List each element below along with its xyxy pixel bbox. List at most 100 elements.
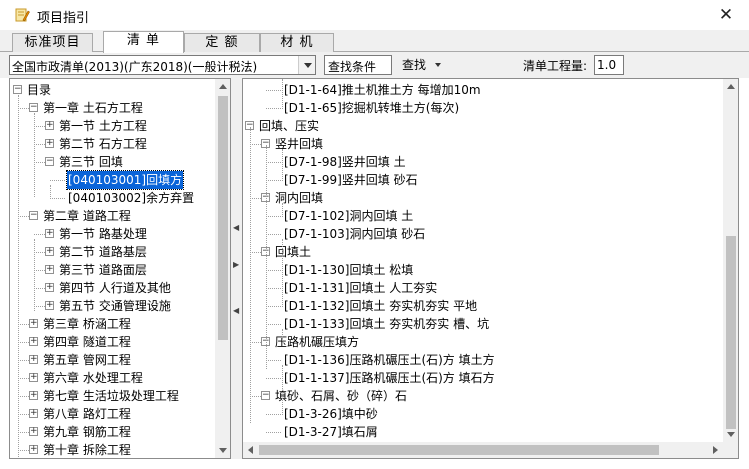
plus-box-icon[interactable]: +: [29, 355, 38, 364]
pane-splitter[interactable]: ◀ ▶ ◀: [231, 78, 242, 459]
minus-box-icon[interactable]: −: [13, 85, 22, 94]
tree-item-label: 压路机碾压填方: [275, 335, 360, 349]
quota-horizontal-scrollbar[interactable]: [243, 442, 723, 458]
tree-connector: [266, 432, 281, 433]
tree-item-label: [D1-1-133]回填土 夯实机夯实 槽、坑: [284, 317, 490, 331]
tree-item-label: 第七章 生活垃圾处理工程: [43, 389, 179, 403]
document-pen-icon: [15, 8, 30, 22]
tree-item-label: [D1-1-137]压路机碾压土(石)方 填石方: [284, 371, 495, 385]
toolbar: 全国市政清单(2013)(广东2018)(一般计税法) 查找条件 查找 清单工程…: [0, 52, 749, 78]
chevron-down-icon[interactable]: [298, 56, 315, 74]
tree-connector: [50, 198, 65, 199]
scroll-thumb[interactable]: [726, 236, 736, 429]
tree-item-label: [D1-3-27]填石屑: [284, 425, 378, 439]
search-input[interactable]: 查找条件: [324, 55, 392, 75]
tree-item-label: [D7-1-99]竖井回填 砂石: [284, 173, 418, 187]
catalog-vertical-scrollbar[interactable]: [215, 79, 230, 458]
quota-vertical-scrollbar[interactable]: [723, 79, 738, 442]
minus-box-icon[interactable]: −: [261, 391, 270, 400]
plus-box-icon[interactable]: +: [29, 409, 38, 418]
window-title: 项目指引: [37, 11, 90, 26]
tab-quota[interactable]: 定 额: [184, 33, 260, 52]
collapse-left-icon[interactable]: ◀: [233, 223, 239, 232]
scroll-right-icon[interactable]: [713, 446, 718, 454]
tree-item-label: 第五节 交通管理设施: [59, 299, 171, 313]
list-selector[interactable]: 全国市政清单(2013)(广东2018)(一般计税法): [9, 55, 316, 75]
plus-box-icon[interactable]: +: [29, 373, 38, 382]
find-button-label: 查找: [402, 58, 427, 72]
tab-strip: 标准项目 清 单 定 额 材 机: [0, 30, 749, 53]
plus-box-icon[interactable]: +: [45, 265, 54, 274]
tree-item-label: [D7-1-102]洞内回填 土: [284, 209, 414, 223]
plus-box-icon[interactable]: +: [45, 301, 54, 310]
tree-item-label: 第九章 钢筋工程: [43, 425, 131, 439]
tree-connector: [266, 180, 281, 181]
close-icon[interactable]: ✕: [712, 2, 740, 28]
tree-item-label: 第四章 隧道工程: [43, 335, 131, 349]
scroll-down-icon[interactable]: [219, 448, 227, 453]
tab-standard-items[interactable]: 标准项目: [12, 33, 93, 52]
tree-item-label: 第一章 土石方工程: [43, 101, 143, 115]
scroll-corner: [723, 442, 738, 458]
tree-item-label: 回填土: [275, 245, 312, 259]
minus-box-icon[interactable]: −: [45, 157, 54, 166]
quota-tree-pane[interactable]: [D1-1-64]推土机推土方 每增加10m [D1-1-65]挖掘机转堆土方(每…: [242, 78, 739, 459]
plus-box-icon[interactable]: +: [29, 445, 38, 454]
tree-item-label: [D1-1-65]挖掘机转堆土方(每次): [284, 101, 460, 115]
minus-box-icon[interactable]: −: [29, 211, 38, 220]
tree-item-label: [040103001]回填方: [65, 170, 185, 190]
tree-item-label: [D1-1-130]回填土 松填: [284, 263, 414, 277]
tree-item-label: [D1-1-131]回填土 人工夯实: [284, 281, 438, 295]
minus-box-icon[interactable]: −: [29, 103, 38, 112]
plus-box-icon[interactable]: +: [29, 337, 38, 346]
tree-connector: [266, 162, 281, 163]
tree-guide-line: [282, 239, 283, 307]
tree-item-label: 第二节 道路基层: [59, 245, 147, 259]
tree-guide-line: [266, 145, 267, 369]
tree-item-label: [D1-3-26]填中砂: [284, 407, 378, 421]
tree-item-label: 目录: [27, 83, 52, 97]
tab-materials[interactable]: 材 机: [260, 33, 334, 52]
plus-box-icon[interactable]: +: [45, 247, 54, 256]
find-button[interactable]: 查找: [398, 55, 462, 75]
tree-connector: [266, 288, 281, 289]
tree-item-label: 第三节 回填: [59, 155, 123, 169]
tree-connector: [266, 378, 281, 379]
plus-box-icon[interactable]: +: [45, 139, 54, 148]
plus-box-icon[interactable]: +: [45, 229, 54, 238]
tab-bill-list[interactable]: 清 单: [103, 31, 184, 53]
tree-item-label: [D1-1-132]回填土 夯实机夯实 平地: [284, 299, 478, 313]
quantity-input[interactable]: 1.0: [594, 55, 624, 75]
plus-box-icon[interactable]: +: [45, 283, 54, 292]
plus-box-icon[interactable]: +: [29, 319, 38, 328]
catalog-tree-pane[interactable]: − 目录 − 第一章 土石方工程 + 第一节 土方工程 + 第二节 石方工程 − 第三节 回填 [0…: [9, 78, 231, 459]
scroll-down-icon[interactable]: [727, 432, 735, 437]
tree-guide-line: [282, 149, 283, 181]
scroll-up-icon[interactable]: [727, 84, 735, 89]
tree-connector: [266, 234, 281, 235]
tree-guide-line: [250, 127, 251, 423]
tree-item-label: 第三章 桥涵工程: [43, 317, 131, 331]
tree-item-label: 第八章 路灯工程: [43, 407, 131, 421]
quantity-label: 清单工程量:: [523, 59, 588, 73]
tree-connector: [266, 360, 281, 361]
plus-box-icon[interactable]: +: [45, 121, 54, 130]
scroll-up-icon[interactable]: [219, 84, 227, 89]
scroll-left-icon[interactable]: [248, 446, 253, 454]
tree-guide-line: [282, 329, 283, 343]
tree-item-label: 第二节 石方工程: [59, 137, 147, 151]
collapse-left-icon[interactable]: ◀: [233, 306, 239, 315]
scroll-thumb[interactable]: [218, 96, 228, 340]
expand-right-icon[interactable]: ▶: [233, 260, 239, 269]
tree-guide-line: [34, 113, 35, 197]
tree-item-label: [D1-1-64]推土机推土方 每增加10m: [284, 83, 481, 97]
scroll-thumb[interactable]: [259, 445, 659, 455]
plus-box-icon[interactable]: +: [29, 427, 38, 436]
tree-item-label: 第二章 道路工程: [43, 209, 131, 223]
tree-item-label: 第一节 土方工程: [59, 119, 147, 133]
list-selector-value: 全国市政清单(2013)(广东2018)(一般计税法): [12, 60, 258, 74]
tree-item-label: 第四节 人行道及其他: [59, 281, 171, 295]
plus-box-icon[interactable]: +: [29, 391, 38, 400]
tree-connector: [266, 216, 281, 217]
tree-item-label: 第五章 管网工程: [43, 353, 131, 367]
